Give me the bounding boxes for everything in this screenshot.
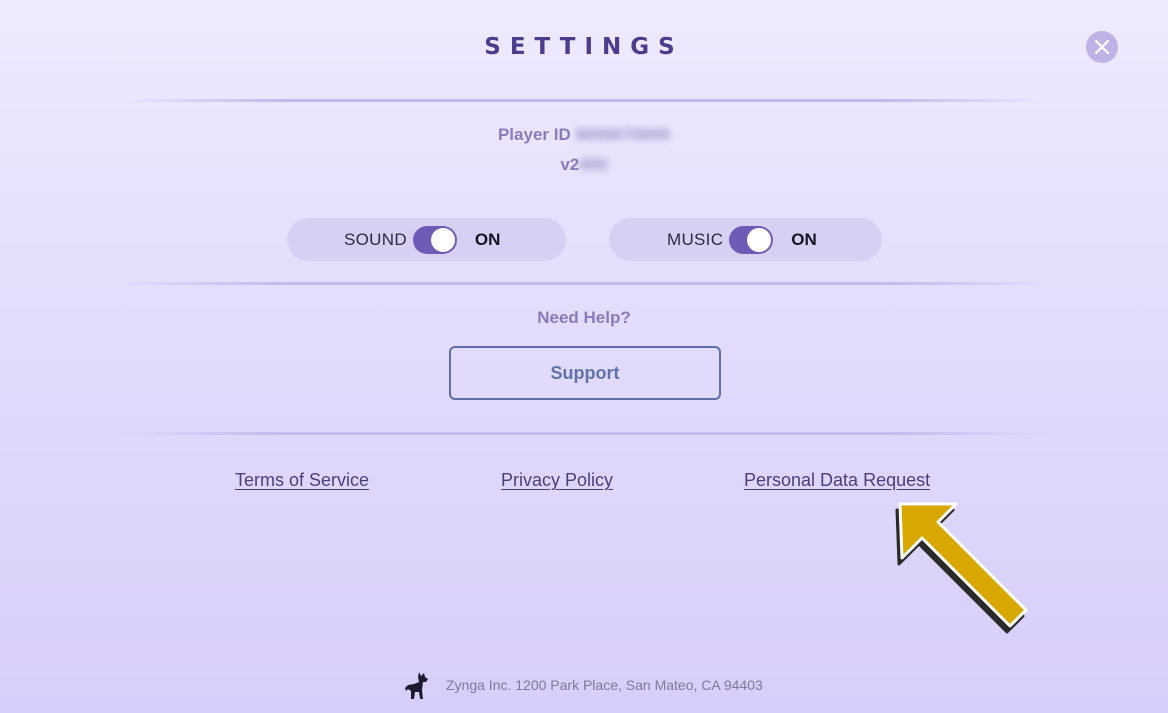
zynga-dog-icon xyxy=(405,672,428,699)
player-id-row: Player ID 9000070000 xyxy=(0,125,1168,145)
music-switch-knob xyxy=(747,227,772,252)
footer: Zynga Inc. 1200 Park Place, San Mateo, C… xyxy=(404,670,763,700)
player-id-label: Player ID xyxy=(497,125,571,144)
sound-switch[interactable] xyxy=(412,225,457,254)
version-row: v2000 xyxy=(0,155,1168,175)
close-button[interactable] xyxy=(1086,31,1118,63)
page-title: SETTINGS xyxy=(484,34,684,60)
music-label: MUSIC xyxy=(667,229,724,249)
sound-label: SOUND xyxy=(344,229,407,249)
pointer-arrow-icon xyxy=(895,502,1028,634)
divider-middle xyxy=(120,282,1048,285)
privacy-policy-link[interactable]: Privacy Policy xyxy=(501,470,613,491)
support-button[interactable]: Support xyxy=(449,346,721,400)
sound-toggle-row: SOUND ON xyxy=(287,218,566,261)
divider-top xyxy=(120,99,1048,102)
close-icon xyxy=(1094,39,1110,55)
sound-switch-knob xyxy=(430,227,455,252)
terms-of-service-link[interactable]: Terms of Service xyxy=(235,470,369,491)
version-value: 000 xyxy=(579,155,608,174)
music-toggle-row: MUSIC ON xyxy=(609,218,882,261)
divider-bottom xyxy=(120,432,1048,435)
version-prefix: v2 xyxy=(560,155,580,174)
player-id-value: 9000070000 xyxy=(575,125,671,144)
sound-state: ON xyxy=(474,229,501,249)
personal-data-request-link[interactable]: Personal Data Request xyxy=(744,470,930,491)
need-help-heading: Need Help? xyxy=(537,308,631,327)
music-switch[interactable] xyxy=(729,225,774,254)
music-state: ON xyxy=(791,229,817,249)
company-address: Zynga Inc. 1200 Park Place, San Mateo, C… xyxy=(446,677,763,693)
